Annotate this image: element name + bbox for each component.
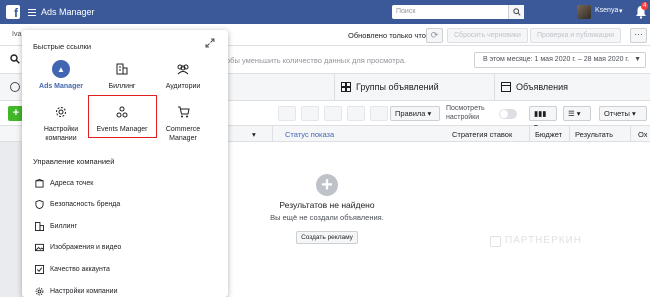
- account-name[interactable]: Iva: [12, 31, 21, 38]
- tag-icon[interactable]: [370, 106, 388, 121]
- reports-dropdown[interactable]: Отчеты ▾: [599, 106, 647, 121]
- refresh-button[interactable]: ⟳: [426, 28, 443, 43]
- chevron-down-icon[interactable]: ▾: [619, 7, 623, 15]
- plus-circle-icon: +: [316, 174, 338, 196]
- watermark-text: ПАРТНЕРКИН: [505, 235, 582, 246]
- gear-icon: [52, 103, 70, 121]
- tab-ad-sets-label: Группы объявлений: [356, 82, 439, 92]
- top-bar: f Ads Manager Поиск Ksenya ▾ 4: [0, 0, 650, 24]
- delete-icon[interactable]: [324, 106, 342, 121]
- app-title[interactable]: Ads Manager: [41, 7, 95, 17]
- column-divider: [630, 126, 631, 142]
- quick-link-label: Биллинг: [108, 83, 136, 90]
- column-divider: [569, 126, 570, 142]
- edit-icon[interactable]: [278, 106, 296, 121]
- campaigns-tab-icon[interactable]: [10, 82, 20, 92]
- menu-item-business-settings[interactable]: Настройки компании: [35, 285, 117, 297]
- breakdown-button[interactable]: ☰ ▾: [563, 106, 591, 121]
- date-range-label: В этом месяце: 1 мая 2020 г. – 28 мая 20…: [483, 56, 630, 63]
- create-ad-button[interactable]: Создать рекламу: [296, 231, 358, 244]
- column-bid-strategy[interactable]: Стратегия ставок: [452, 130, 512, 139]
- column-divider: [272, 126, 273, 142]
- quick-links-title: Быстрые ссылки: [33, 42, 92, 51]
- search-hint: обы уменьшить количество данных для прос…: [226, 56, 407, 65]
- quick-link-commerce-manager[interactable]: Commerce Manager: [155, 103, 211, 143]
- preview-settings-toggle[interactable]: [499, 109, 517, 119]
- audiences-icon: [174, 60, 192, 78]
- tab-ads[interactable]: Объявления: [494, 74, 650, 100]
- quick-link-billing[interactable]: Биллинг: [94, 60, 150, 91]
- columns-button[interactable]: ▮▮▮ ▾: [529, 106, 557, 131]
- ads-icon: [501, 82, 511, 92]
- empty-state-subtitle: Вы ещё не создали объявления.: [270, 213, 384, 222]
- notification-badge: 4: [641, 2, 649, 10]
- ab-test-icon[interactable]: [301, 106, 319, 121]
- more-options-button[interactable]: ···: [630, 28, 647, 43]
- location-icon: [35, 178, 44, 188]
- media-icon: [35, 243, 44, 251]
- expand-icon[interactable]: [205, 38, 215, 48]
- tab-ads-label: Объявления: [516, 82, 569, 92]
- column-results[interactable]: Результать: [575, 130, 613, 139]
- rules-dropdown[interactable]: Правила ▾: [390, 106, 440, 121]
- search-placeholder: Поиск: [396, 8, 416, 15]
- updated-status: Обновлено только что: [348, 31, 426, 40]
- gear-icon: [35, 287, 44, 295]
- menu-item-locations[interactable]: Адреса точек: [35, 177, 93, 189]
- sort-icon[interactable]: ▾: [252, 130, 256, 139]
- watermark-logo: [490, 236, 501, 247]
- top-search-input[interactable]: Поиск: [392, 5, 524, 19]
- preview-settings-label: Посмотреть настройки: [446, 105, 485, 121]
- billing-icon: [35, 221, 44, 231]
- navigation-panel: Быстрые ссылки ▲ Ads Manager Биллинг Ауд…: [22, 30, 228, 297]
- empty-state-title: Результатов не найдено: [279, 200, 375, 210]
- manage-business-title: Управление компанией: [33, 157, 115, 166]
- billing-icon: [113, 60, 131, 78]
- quick-link-label: Аудитории: [165, 83, 201, 90]
- tab-ad-sets[interactable]: Группы объявлений: [334, 74, 494, 100]
- quick-link-label: Настройки компании: [43, 126, 79, 142]
- facebook-logo[interactable]: f: [6, 5, 20, 19]
- quick-link-label: Ads Manager: [39, 83, 83, 90]
- cart-icon: [174, 103, 192, 121]
- chevron-down-icon: ▼: [634, 56, 641, 63]
- quality-icon: [35, 264, 44, 274]
- review-publish-button[interactable]: Проверка и публикация: [530, 28, 622, 43]
- highlight-box: [88, 95, 157, 138]
- search-icon[interactable]: [508, 5, 524, 19]
- menu-item-media[interactable]: Изображения и видео: [35, 241, 121, 253]
- quick-link-audiences[interactable]: Аудитории: [155, 60, 211, 91]
- search-icon[interactable]: [10, 54, 20, 64]
- menu-item-account-quality[interactable]: Качество аккаунта: [35, 263, 110, 275]
- date-range-picker[interactable]: В этом месяце: 1 мая 2020 г. – 28 мая 20…: [474, 52, 646, 68]
- username[interactable]: Ksenya: [595, 7, 618, 14]
- menu-icon[interactable]: [28, 8, 36, 16]
- menu-item-brand-safety[interactable]: Безопасность бренда: [35, 198, 120, 210]
- column-delivery-status[interactable]: Статус показа: [285, 130, 334, 139]
- shield-icon: [35, 199, 44, 209]
- column-budget[interactable]: Бюджет: [535, 130, 562, 139]
- quick-link-label: Commerce Manager: [165, 126, 201, 142]
- quick-link-business-settings[interactable]: Настройки компании: [33, 103, 89, 143]
- ads-manager-icon: ▲: [52, 60, 70, 78]
- column-divider: [529, 126, 530, 142]
- quick-link-ads-manager[interactable]: ▲ Ads Manager: [33, 60, 89, 91]
- undo-icon[interactable]: [347, 106, 365, 121]
- avatar[interactable]: [577, 5, 591, 19]
- column-reach[interactable]: Ох: [638, 130, 648, 139]
- ad-sets-icon: [341, 82, 351, 92]
- discard-drafts-button[interactable]: Сбросить черновики: [447, 28, 528, 43]
- menu-item-billing[interactable]: Биллинг: [35, 220, 77, 232]
